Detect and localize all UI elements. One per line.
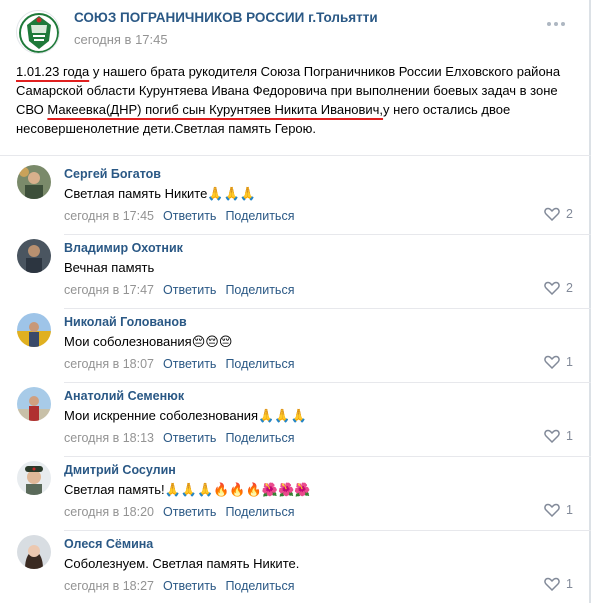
post-divider	[0, 155, 591, 156]
comment-text: Соболезнуем. Светлая память Никите.	[64, 556, 300, 571]
comment-time[interactable]: сегодня в 17:45	[64, 209, 154, 223]
heart-icon	[544, 355, 560, 369]
comment-author[interactable]: Владимир Охотник	[64, 241, 183, 255]
comment-divider	[64, 456, 591, 457]
comment-author[interactable]: Олеся Сёмина	[64, 537, 153, 551]
more-options-icon[interactable]	[547, 22, 565, 28]
reply-link[interactable]: Ответить	[163, 431, 216, 445]
comment-text: Вечная память	[64, 260, 155, 275]
reply-link[interactable]: Ответить	[163, 357, 216, 371]
comment-author[interactable]: Николай Голованов	[64, 315, 187, 329]
comment-divider	[64, 234, 591, 235]
comment-text: Светлая память Никите🙏🙏🙏	[64, 186, 256, 201]
post-date[interactable]: сегодня в 17:45	[74, 32, 168, 47]
comment-meta: сегодня в 18:27 Ответить Поделиться	[64, 579, 294, 593]
comment-item: Сергей Богатов Светлая память Никите🙏🙏🙏 …	[0, 165, 591, 239]
comment-text: Мои соболезнования😔😔😔	[64, 334, 233, 349]
comment-meta: сегодня в 18:20 Ответить Поделиться	[64, 505, 294, 519]
comment-time[interactable]: сегодня в 18:07	[64, 357, 154, 371]
comment-text: Светлая память!🙏🙏🙏🔥🔥🔥🌺🌺🌺	[64, 482, 311, 497]
comment-divider	[64, 530, 591, 531]
comment-divider	[64, 308, 591, 309]
like-button[interactable]: 1	[544, 429, 573, 443]
avatar[interactable]	[17, 535, 51, 569]
share-link[interactable]: Поделиться	[225, 283, 294, 297]
heart-icon	[544, 577, 560, 591]
avatar[interactable]	[17, 313, 51, 347]
comment-item: Владимир Охотник Вечная память сегодня в…	[0, 239, 591, 313]
like-button[interactable]: 2	[544, 281, 573, 295]
like-count: 2	[566, 207, 573, 221]
post-text: 1.01.23 года у нашего брата рукодителя С…	[16, 62, 576, 138]
comment-time[interactable]: сегодня в 18:27	[64, 579, 154, 593]
comment-item: Дмитрий Сосулин Светлая память!🙏🙏🙏🔥🔥🔥🌺🌺🌺…	[0, 461, 591, 535]
share-link[interactable]: Поделиться	[225, 209, 294, 223]
comment-meta: сегодня в 18:07 Ответить Поделиться	[64, 357, 294, 371]
like-button[interactable]: 2	[544, 207, 573, 221]
comment-meta: сегодня в 17:47 Ответить Поделиться	[64, 283, 294, 297]
reply-link[interactable]: Ответить	[163, 209, 216, 223]
like-button[interactable]: 1	[544, 503, 573, 517]
avatar[interactable]	[17, 387, 51, 421]
comment-meta: сегодня в 17:45 Ответить Поделиться	[64, 209, 294, 223]
like-count: 1	[566, 429, 573, 443]
reply-link[interactable]: Ответить	[163, 283, 216, 297]
comment-text: Мои искренние соболезнования🙏🙏🙏	[64, 408, 307, 423]
share-link[interactable]: Поделиться	[225, 579, 294, 593]
comment-time[interactable]: сегодня в 17:47	[64, 283, 154, 297]
share-link[interactable]: Поделиться	[225, 357, 294, 371]
avatar[interactable]	[17, 461, 51, 495]
comment-meta: сегодня в 18:13 Ответить Поделиться	[64, 431, 294, 445]
like-count: 1	[566, 577, 573, 591]
comment-time[interactable]: сегодня в 18:20	[64, 505, 154, 519]
reply-link[interactable]: Ответить	[163, 579, 216, 593]
reply-link[interactable]: Ответить	[163, 505, 216, 519]
share-link[interactable]: Поделиться	[225, 505, 294, 519]
heart-icon	[544, 503, 560, 517]
post-text-date: 1.01.23 года	[16, 64, 90, 79]
post-header: СОЮЗ ПОГРАНИЧНИКОВ РОССИИ г.Тольятти сег…	[0, 0, 591, 60]
heart-icon	[544, 207, 560, 221]
group-avatar[interactable]	[16, 10, 60, 54]
comment-time[interactable]: сегодня в 18:13	[64, 431, 154, 445]
like-button[interactable]: 1	[544, 577, 573, 591]
post-text-location: Макеевка(ДНР) погиб сын Курунтяев Никита…	[47, 102, 384, 117]
comment-item: Анатолий Семенюк Мои искренние соболезно…	[0, 387, 591, 461]
share-link[interactable]: Поделиться	[225, 431, 294, 445]
avatar[interactable]	[17, 165, 51, 199]
comment-author[interactable]: Дмитрий Сосулин	[64, 463, 176, 477]
comment-divider	[64, 382, 591, 383]
comment-author[interactable]: Анатолий Семенюк	[64, 389, 184, 403]
avatar[interactable]	[17, 239, 51, 273]
comment-item: Олеся Сёмина Соболезнуем. Светлая память…	[0, 535, 591, 603]
comment-author[interactable]: Сергей Богатов	[64, 167, 161, 181]
heart-icon	[544, 429, 560, 443]
group-name[interactable]: СОЮЗ ПОГРАНИЧНИКОВ РОССИИ г.Тольятти	[74, 10, 378, 25]
comment-item: Николай Голованов Мои соболезнования😔😔😔 …	[0, 313, 591, 387]
like-button[interactable]: 1	[544, 355, 573, 369]
heart-icon	[544, 281, 560, 295]
border-guard-emblem-icon	[18, 12, 59, 53]
like-count: 1	[566, 355, 573, 369]
like-count: 1	[566, 503, 573, 517]
like-count: 2	[566, 281, 573, 295]
